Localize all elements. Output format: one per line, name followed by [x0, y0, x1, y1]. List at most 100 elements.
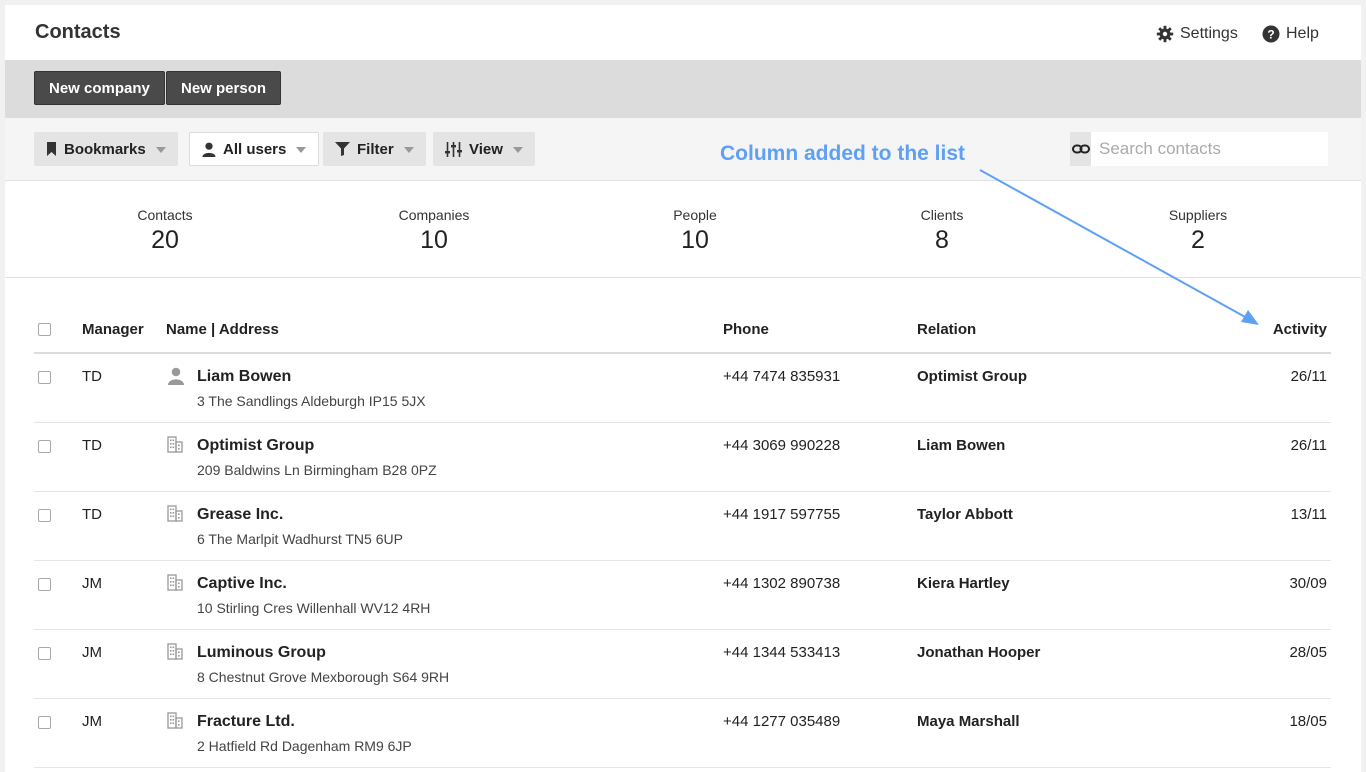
building-icon [167, 712, 183, 734]
manager-initials: JM [82, 713, 102, 730]
contact-phone: +44 1917 597755 [723, 506, 841, 523]
contact-relation[interactable]: Jonathan Hooper [917, 644, 1040, 661]
contact-name[interactable]: Captive Inc. [197, 575, 287, 593]
contact-name[interactable]: Liam Bowen [197, 368, 291, 386]
stat-label: Suppliers [1168, 207, 1228, 223]
building-icon [167, 436, 183, 458]
activity-date: 18/05 [1289, 713, 1327, 730]
chevron-down-icon [155, 147, 166, 153]
contact-phone: +44 1302 890738 [723, 575, 841, 592]
row-checkbox[interactable] [38, 371, 51, 384]
bookmarks-dropdown[interactable]: Bookmarks [34, 132, 178, 166]
help-icon: ? [1262, 25, 1280, 43]
chevron-down-icon [512, 147, 523, 153]
gear-icon [1156, 25, 1174, 43]
settings-label: Settings [1180, 25, 1238, 42]
contact-address: 2 Hatfield Rd Dagenham RM9 6JP [197, 738, 412, 754]
manager-initials: TD [82, 437, 102, 454]
contact-relation[interactable]: Liam Bowen [917, 437, 1005, 454]
chevron-down-icon [403, 147, 414, 153]
contact-address: 209 Baldwins Ln Birmingham B28 0PZ [197, 462, 437, 478]
manager-initials: TD [82, 506, 102, 523]
person-icon [167, 367, 185, 390]
table-body: TD Liam Bowen 3 The Sandlings Aldeburgh … [34, 354, 1331, 768]
table-row[interactable]: JM Luminous Group 8 Chestnut Grove Mexbo… [34, 630, 1331, 699]
manager-initials: JM [82, 644, 102, 661]
table-row[interactable]: TD Liam Bowen 3 The Sandlings Aldeburgh … [34, 354, 1331, 423]
manager-initials: TD [82, 368, 102, 385]
search-link-button[interactable] [1070, 132, 1091, 166]
new-person-button[interactable]: New person [166, 71, 282, 105]
all-users-dropdown[interactable]: All users [189, 132, 320, 166]
filter-dropdown[interactable]: Filter [323, 132, 426, 166]
filter-label: Filter [357, 140, 394, 158]
column-manager[interactable]: Manager [82, 321, 144, 338]
table-row[interactable]: TD Grease Inc. 6 The Marlpit Wadhurst TN… [34, 492, 1331, 561]
stat-suppliers[interactable]: Suppliers 2 [1169, 207, 1227, 255]
stat-value: 10 [681, 226, 709, 254]
activity-date: 28/05 [1289, 644, 1327, 661]
row-checkbox[interactable] [38, 440, 51, 453]
svg-text:?: ? [1267, 28, 1274, 42]
table-row[interactable]: TD Optimist Group 209 Baldwins Ln Birmin… [34, 423, 1331, 492]
row-checkbox[interactable] [38, 509, 51, 522]
row-checkbox[interactable] [38, 716, 51, 729]
contacts-table: Manager Name | Address Phone Relation Ac… [34, 308, 1331, 768]
stats-summary: Contacts 20 Companies 10 People 10 Clien… [5, 181, 1361, 278]
contact-relation[interactable]: Kiera Hartley [917, 575, 1010, 592]
contact-relation[interactable]: Taylor Abbott [917, 506, 1013, 523]
view-dropdown[interactable]: View [433, 132, 535, 166]
column-relation[interactable]: Relation [917, 321, 976, 338]
action-bar: New company New person [5, 60, 1361, 118]
column-activity[interactable]: Activity [1273, 321, 1327, 338]
stat-label: People [673, 207, 717, 223]
building-icon [167, 574, 183, 596]
search-input[interactable] [1091, 132, 1328, 166]
table-row[interactable]: JM Fracture Ltd. 2 Hatfield Rd Dagenham … [34, 699, 1331, 768]
stat-value: 8 [935, 226, 949, 254]
contact-phone: +44 1277 035489 [723, 713, 841, 730]
contact-address: 8 Chestnut Grove Mexborough S64 9RH [197, 669, 450, 685]
chevron-down-icon [296, 147, 307, 153]
list-toolbar: Bookmarks All users Filter View Column a… [5, 118, 1361, 181]
new-company-button[interactable]: New company [34, 71, 165, 105]
stat-contacts[interactable]: Contacts 20 [137, 207, 192, 255]
manager-initials: JM [82, 575, 102, 592]
activity-date: 30/09 [1289, 575, 1327, 592]
contacts-window: Contacts Settings ? Help New company New… [5, 5, 1361, 772]
stat-value: 10 [420, 226, 448, 254]
activity-date: 13/11 [1290, 506, 1327, 523]
contact-address: 10 Stirling Cres Willenhall WV12 4RH [197, 600, 431, 616]
stat-label: Contacts [137, 207, 193, 223]
contact-phone: +44 7474 835931 [723, 368, 841, 385]
activity-date: 26/11 [1290, 437, 1327, 454]
contact-name[interactable]: Luminous Group [197, 644, 326, 662]
contact-name[interactable]: Optimist Group [197, 437, 314, 455]
stat-value: 2 [1191, 226, 1205, 254]
contact-name[interactable]: Fracture Ltd. [197, 713, 295, 731]
all-users-label: All users [223, 140, 287, 158]
column-name-address[interactable]: Name | Address [166, 321, 279, 338]
help-link[interactable]: ? Help [1262, 25, 1319, 43]
contact-relation[interactable]: Maya Marshall [917, 713, 1020, 730]
page-title: Contacts [35, 21, 121, 43]
row-checkbox[interactable] [38, 578, 51, 591]
stat-clients[interactable]: Clients 8 [921, 207, 964, 255]
stat-people[interactable]: People 10 [673, 207, 717, 255]
column-phone[interactable]: Phone [723, 321, 769, 338]
search-box [1070, 132, 1328, 166]
contact-relation[interactable]: Optimist Group [917, 368, 1027, 385]
bookmark-icon [47, 142, 56, 156]
building-icon [167, 505, 183, 527]
bookmarks-label: Bookmarks [64, 140, 146, 158]
stat-companies[interactable]: Companies 10 [399, 207, 470, 255]
help-label: Help [1286, 25, 1319, 42]
table-row[interactable]: JM Captive Inc. 10 Stirling Cres Willenh… [34, 561, 1331, 630]
contact-name[interactable]: Grease Inc. [197, 506, 283, 524]
select-all-checkbox[interactable] [38, 323, 51, 336]
contact-address: 6 The Marlpit Wadhurst TN5 6UP [197, 531, 403, 547]
row-checkbox[interactable] [38, 647, 51, 660]
contact-phone: +44 1344 533413 [723, 644, 841, 661]
settings-link[interactable]: Settings [1156, 25, 1238, 43]
activity-date: 26/11 [1290, 368, 1327, 385]
